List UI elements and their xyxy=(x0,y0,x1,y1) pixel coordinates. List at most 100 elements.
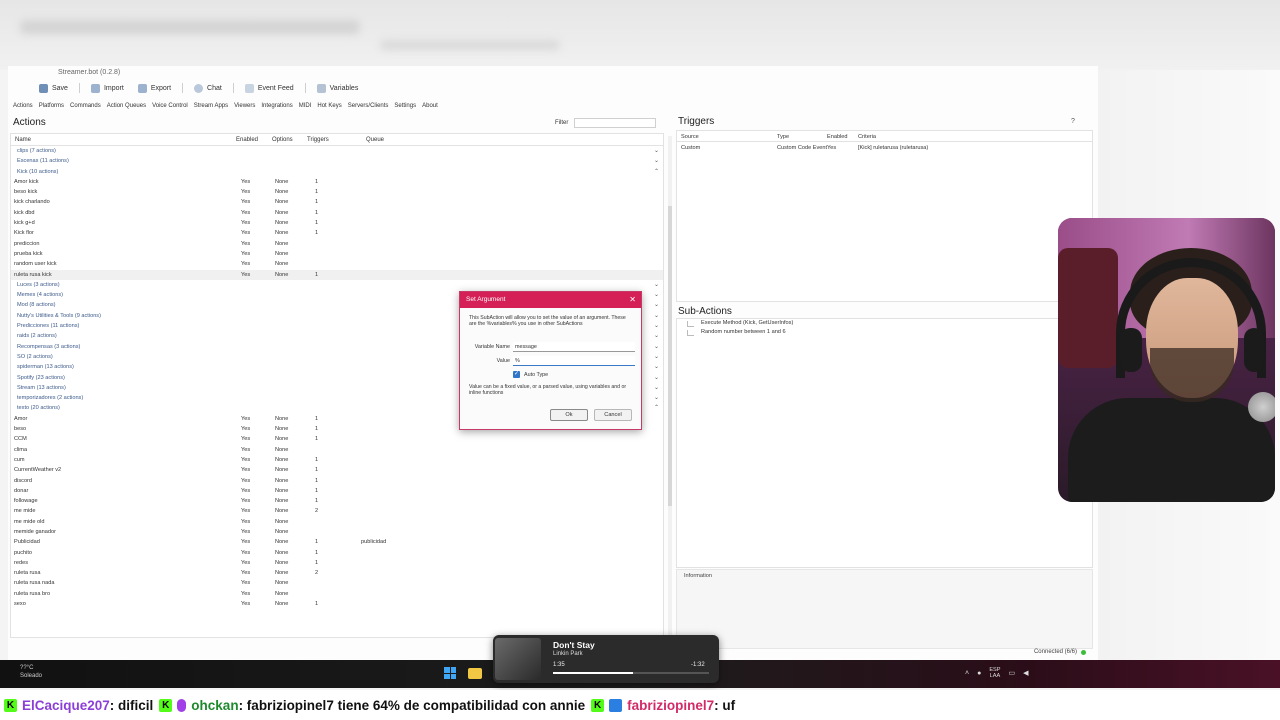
chevron-down-icon[interactable]: ⌄ xyxy=(654,393,659,403)
chevron-down-icon[interactable]: ⌄ xyxy=(654,156,659,166)
save-button[interactable]: Save xyxy=(36,83,71,94)
chevron-down-icon[interactable]: ⌄ xyxy=(654,352,659,362)
chevron-down-icon[interactable]: ⌄ xyxy=(654,331,659,341)
menu-item-stream-apps[interactable]: Stream Apps xyxy=(191,103,231,113)
chevron-down-icon[interactable]: ⌄ xyxy=(654,300,659,310)
filter-input[interactable] xyxy=(574,118,656,128)
action-group[interactable]: Luces (3 actions) ⌄ xyxy=(11,280,663,290)
close-icon[interactable]: ✕ xyxy=(629,292,636,308)
network-icon[interactable]: ▭ xyxy=(1009,669,1016,677)
action-row[interactable]: ruleta rusa Yes None 2 xyxy=(11,568,663,578)
action-row[interactable]: discord Yes None 1 xyxy=(11,476,663,486)
column-header-triggers[interactable]: Triggers xyxy=(307,137,329,143)
file-explorer-icon[interactable] xyxy=(468,668,482,679)
variables-button[interactable]: Variables xyxy=(314,83,362,94)
action-row[interactable]: kick g+d Yes None 1 xyxy=(11,218,663,228)
auto-type-checkbox[interactable]: ✓ xyxy=(513,371,520,378)
action-options: None xyxy=(275,508,289,515)
column-header-enabled[interactable]: Enabled xyxy=(236,137,258,143)
trigger-column-type[interactable]: Type xyxy=(777,134,789,140)
menu-item-hot-keys[interactable]: Hot Keys xyxy=(314,103,344,113)
action-row[interactable]: ruleta rusa bro Yes None xyxy=(11,589,663,599)
trigger-column-enabled[interactable]: Enabled xyxy=(827,134,848,140)
subaction-item[interactable]: Execute Method (Kick, GetUserInfos) xyxy=(677,319,1092,328)
action-row[interactable]: random user kick Yes None xyxy=(11,259,663,269)
menu-item-settings[interactable]: Settings xyxy=(391,103,419,113)
chevron-down-icon[interactable]: ⌄ xyxy=(654,373,659,383)
variable-name-field[interactable]: message xyxy=(513,342,635,352)
action-row[interactable]: prueba kick Yes None xyxy=(11,249,663,259)
import-button[interactable]: Import xyxy=(88,83,127,94)
menu-item-actions[interactable]: Actions xyxy=(10,103,36,113)
action-row[interactable]: Kick flor Yes None 1 xyxy=(11,228,663,238)
action-row[interactable]: CurrentWeather v2 Yes None 1 xyxy=(11,465,663,475)
chevron-down-icon[interactable]: ⌄ xyxy=(654,321,659,331)
trigger-column-criteria[interactable]: Criteria xyxy=(858,134,876,140)
value-field[interactable]: % xyxy=(513,356,635,366)
chevron-up-icon[interactable]: ⌃ xyxy=(654,167,659,177)
action-row[interactable]: beso kick Yes None 1 xyxy=(11,187,663,197)
scrollbar-thumb[interactable] xyxy=(668,206,672,506)
volume-icon[interactable]: ◀ xyxy=(1023,669,1028,677)
chevron-down-icon[interactable]: ⌄ xyxy=(654,146,659,156)
weather-widget[interactable]: ??°C Soleado xyxy=(20,664,42,680)
action-row[interactable]: sexo Yes None 1 xyxy=(11,599,663,609)
action-enabled: Yes xyxy=(241,528,251,535)
chevron-up-icon[interactable]: ˄ xyxy=(965,670,969,677)
trigger-row[interactable]: Custom Custom Code Event Yes [Kick] ruletar… xyxy=(677,142,1092,153)
action-row[interactable]: ruleta rusa nada Yes None xyxy=(11,578,663,588)
menu-item-voice-control[interactable]: Voice Control xyxy=(149,103,191,113)
chevron-down-icon[interactable]: ⌄ xyxy=(654,311,659,321)
media-flyout[interactable]: Don't Stay Linkin Park 1:35 -1:32 xyxy=(493,635,719,683)
chevron-down-icon[interactable]: ⌄ xyxy=(654,342,659,352)
action-row[interactable]: Publicidad Yes None 1 publicidad xyxy=(11,537,663,547)
menu-item-viewers[interactable]: Viewers xyxy=(231,103,258,113)
column-header-queue[interactable]: Queue xyxy=(366,137,384,143)
chevron-down-icon[interactable]: ⌄ xyxy=(654,383,659,393)
subaction-item[interactable]: Random number between 1 and 6 xyxy=(677,328,1092,337)
action-row[interactable]: me mide old Yes None xyxy=(11,517,663,527)
menu-item-commands[interactable]: Commands xyxy=(67,103,104,113)
trigger-column-source[interactable]: Source xyxy=(681,134,699,140)
chevron-down-icon[interactable]: ⌄ xyxy=(654,280,659,290)
chat-button[interactable]: Chat xyxy=(191,83,225,94)
actions-scrollbar[interactable] xyxy=(668,136,672,636)
event-feed-button[interactable]: Event Feed xyxy=(242,83,297,94)
column-header-name[interactable]: Name xyxy=(15,137,31,143)
menu-item-platforms[interactable]: Platforms xyxy=(36,103,67,113)
action-row[interactable]: redes Yes None 1 xyxy=(11,558,663,568)
action-row[interactable]: clima Yes None xyxy=(11,445,663,455)
menu-item-action-queues[interactable]: Action Queues xyxy=(104,103,149,113)
action-row[interactable]: CCM Yes None 1 xyxy=(11,434,663,444)
action-row[interactable]: ruleta rusa kick Yes None 1 xyxy=(11,269,663,280)
menu-item-servers-clients[interactable]: Servers/Clients xyxy=(345,103,392,113)
action-row[interactable]: prediccion Yes None xyxy=(11,239,663,249)
action-row[interactable]: followage Yes None 1 xyxy=(11,496,663,506)
menu-item-about[interactable]: About xyxy=(419,103,441,113)
microphone-icon[interactable]: ● xyxy=(977,670,981,677)
action-row[interactable]: kick charlando Yes None 1 xyxy=(11,197,663,207)
ok-button[interactable]: Ok xyxy=(550,409,588,421)
menu-item-midi[interactable]: MIDI xyxy=(296,103,315,113)
progress-bar[interactable] xyxy=(553,672,709,674)
windows-start-icon[interactable] xyxy=(444,667,456,679)
action-row[interactable]: puchito Yes None 1 xyxy=(11,548,663,558)
chevron-up-icon[interactable]: ⌃ xyxy=(654,403,659,413)
action-row[interactable]: Amor kick Yes None 1 xyxy=(11,177,663,187)
action-row[interactable]: cum Yes None 1 xyxy=(11,455,663,465)
chevron-down-icon[interactable]: ⌄ xyxy=(654,362,659,372)
action-row[interactable]: donar Yes None 1 xyxy=(11,486,663,496)
export-button[interactable]: Export xyxy=(135,83,174,94)
chevron-down-icon[interactable]: ⌄ xyxy=(654,290,659,300)
action-row[interactable]: me mide Yes None 2 xyxy=(11,506,663,516)
language-indicator[interactable]: ESP LAA xyxy=(989,667,1000,679)
action-group[interactable]: clips (7 actions) ⌄ xyxy=(11,146,663,156)
menu-item-integrations[interactable]: Integrations xyxy=(258,103,295,113)
column-header-options[interactable]: Options xyxy=(272,137,293,143)
action-group[interactable]: Kick (10 actions) ⌃ xyxy=(11,167,663,177)
cancel-button[interactable]: Cancel xyxy=(594,409,632,421)
action-row[interactable]: kick dbd Yes None 1 xyxy=(11,208,663,218)
action-group[interactable]: Escenas (11 actions) ⌄ xyxy=(11,156,663,166)
action-row[interactable]: memide ganador Yes None xyxy=(11,527,663,537)
help-icon[interactable]: ? xyxy=(1071,118,1075,125)
